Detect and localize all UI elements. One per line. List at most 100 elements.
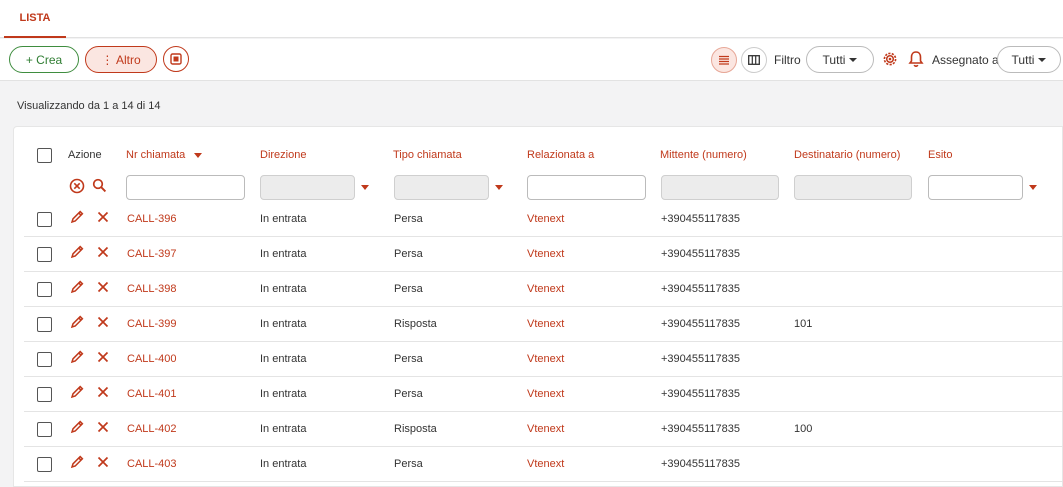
delete-x-icon[interactable] (97, 211, 109, 226)
edit-pencil-icon[interactable] (69, 454, 85, 473)
bell-icon[interactable] (908, 50, 924, 71)
nr-chiamata-link[interactable]: CALL-401 (127, 388, 177, 400)
delete-x-icon[interactable] (97, 281, 109, 296)
relazionata-link[interactable]: Vtenext (527, 458, 564, 470)
mittente-cell: +390455117835 (661, 318, 741, 330)
row-checkbox[interactable] (37, 387, 52, 402)
edit-pencil-icon[interactable] (69, 419, 85, 438)
row-checkbox[interactable] (37, 212, 52, 227)
select-all-checkbox[interactable] (37, 148, 52, 163)
search-icon[interactable] (92, 178, 107, 196)
esito-filter-select[interactable] (928, 175, 1023, 200)
chevron-down-icon[interactable] (361, 185, 369, 190)
destinatario-cell: 101 (794, 318, 813, 330)
relazionata-filter-input[interactable] (527, 175, 646, 200)
delete-x-icon[interactable] (97, 351, 109, 366)
relazionata-link[interactable]: Vtenext (527, 423, 564, 435)
edit-pencil-icon[interactable] (69, 279, 85, 298)
chevron-down-icon[interactable] (1029, 185, 1037, 190)
header-nr-chiamata[interactable]: Nr chiamata (126, 149, 203, 161)
row-checkbox[interactable] (37, 422, 52, 437)
table-row[interactable]: CALL-398 In entrata Persa Vtenext +390455117… (24, 272, 1063, 307)
mittente-cell: +390455117835 (661, 458, 741, 470)
edit-pencil-icon[interactable] (69, 209, 85, 228)
nr-chiamata-link[interactable]: CALL-396 (127, 213, 177, 225)
tab-bar: LISTA (0, 0, 1063, 38)
relazionata-link[interactable]: Vtenext (527, 318, 564, 330)
mittente-filter-input[interactable] (661, 175, 779, 200)
chevron-down-icon[interactable] (495, 185, 503, 190)
collapse-icon[interactable] (163, 46, 189, 72)
records-info: Visualizzando da 1 a 14 di 14 (17, 100, 161, 112)
relazionata-link[interactable]: Vtenext (527, 388, 564, 400)
row-checkbox[interactable] (37, 457, 52, 472)
direzione-filter-select[interactable] (260, 175, 355, 200)
relazionata-link[interactable]: Vtenext (527, 248, 564, 260)
mittente-cell: +390455117835 (661, 248, 741, 260)
altro-button[interactable]: ⋮ Altro (85, 46, 157, 73)
edit-pencil-icon[interactable] (69, 349, 85, 368)
relazionata-link[interactable]: Vtenext (527, 213, 564, 225)
row-checkbox[interactable] (37, 247, 52, 262)
nr-chiamata-filter-input[interactable] (126, 175, 245, 200)
table-row[interactable]: CALL-401 In entrata Persa Vtenext +390455117… (24, 377, 1063, 412)
edit-pencil-icon[interactable] (69, 314, 85, 333)
header-esito[interactable]: Esito (928, 149, 952, 161)
nr-chiamata-link[interactable]: CALL-399 (127, 318, 177, 330)
column-view-icon[interactable] (741, 47, 767, 73)
direzione-cell: In entrata (260, 388, 307, 400)
header-destinatario[interactable]: Destinatario (numero) (794, 149, 900, 161)
header-relazionata[interactable]: Relazionata a (527, 149, 594, 161)
header-mittente[interactable]: Mittente (numero) (660, 149, 747, 161)
direzione-cell: In entrata (260, 213, 307, 225)
filtro-dropdown[interactable]: Tutti (806, 46, 874, 73)
table-row[interactable]: CALL-402 In entrata Risposta Vtenext +390455… (24, 412, 1063, 447)
delete-x-icon[interactable] (97, 316, 109, 331)
nr-chiamata-link[interactable]: CALL-398 (127, 283, 177, 295)
sort-desc-icon (194, 152, 203, 158)
tipo-chiamata-cell: Persa (394, 388, 423, 400)
mittente-cell: +390455117835 (661, 213, 741, 225)
row-checkbox[interactable] (37, 282, 52, 297)
table-row[interactable]: CALL-399 In entrata Risposta Vtenext +390455… (24, 307, 1063, 342)
delete-x-icon[interactable] (97, 421, 109, 436)
edit-pencil-icon[interactable] (69, 384, 85, 403)
nr-chiamata-link[interactable]: CALL-403 (127, 458, 177, 470)
tipo-filter-select[interactable] (394, 175, 489, 200)
relazionata-link[interactable]: Vtenext (527, 283, 564, 295)
table-row[interactable]: CALL-403 In entrata Persa Vtenext +390455117… (24, 447, 1063, 482)
nr-chiamata-link[interactable]: CALL-400 (127, 353, 177, 365)
delete-x-icon[interactable] (97, 246, 109, 261)
tipo-chiamata-cell: Persa (394, 213, 423, 225)
direzione-cell: In entrata (260, 353, 307, 365)
chevron-down-icon (1038, 57, 1047, 62)
tipo-chiamata-cell: Persa (394, 353, 423, 365)
gear-icon[interactable] (881, 50, 899, 71)
table-row[interactable]: CALL-400 In entrata Persa Vtenext +390455117… (24, 342, 1063, 377)
relazionata-link[interactable]: Vtenext (527, 353, 564, 365)
clear-filter-icon[interactable] (69, 178, 85, 197)
crea-button[interactable]: + Crea (9, 46, 79, 73)
destinatario-filter-input[interactable] (794, 175, 912, 200)
direzione-cell: In entrata (260, 423, 307, 435)
tab-lista[interactable]: LISTA (4, 0, 66, 38)
edit-pencil-icon[interactable] (69, 244, 85, 263)
delete-x-icon[interactable] (97, 386, 109, 401)
nr-chiamata-link[interactable]: CALL-397 (127, 248, 177, 260)
header-direzione[interactable]: Direzione (260, 149, 306, 161)
assegnato-dropdown[interactable]: Tutti (997, 46, 1061, 73)
row-checkbox[interactable] (37, 317, 52, 332)
tipo-chiamata-cell: Risposta (394, 423, 437, 435)
list-view-icon[interactable] (711, 47, 737, 73)
direzione-cell: In entrata (260, 248, 307, 260)
row-checkbox[interactable] (37, 352, 52, 367)
assegnato-value: Tutti (1011, 52, 1035, 67)
filtro-value: Tutti (822, 52, 846, 67)
tipo-chiamata-cell: Persa (394, 458, 423, 470)
filtro-label: Filtro (774, 53, 801, 67)
nr-chiamata-link[interactable]: CALL-402 (127, 423, 177, 435)
table-row[interactable]: CALL-396 In entrata Persa Vtenext +390455117… (24, 202, 1063, 237)
delete-x-icon[interactable] (97, 456, 109, 471)
header-tipo-chiamata[interactable]: Tipo chiamata (393, 149, 462, 161)
table-row[interactable]: CALL-397 In entrata Persa Vtenext +390455117… (24, 237, 1063, 272)
